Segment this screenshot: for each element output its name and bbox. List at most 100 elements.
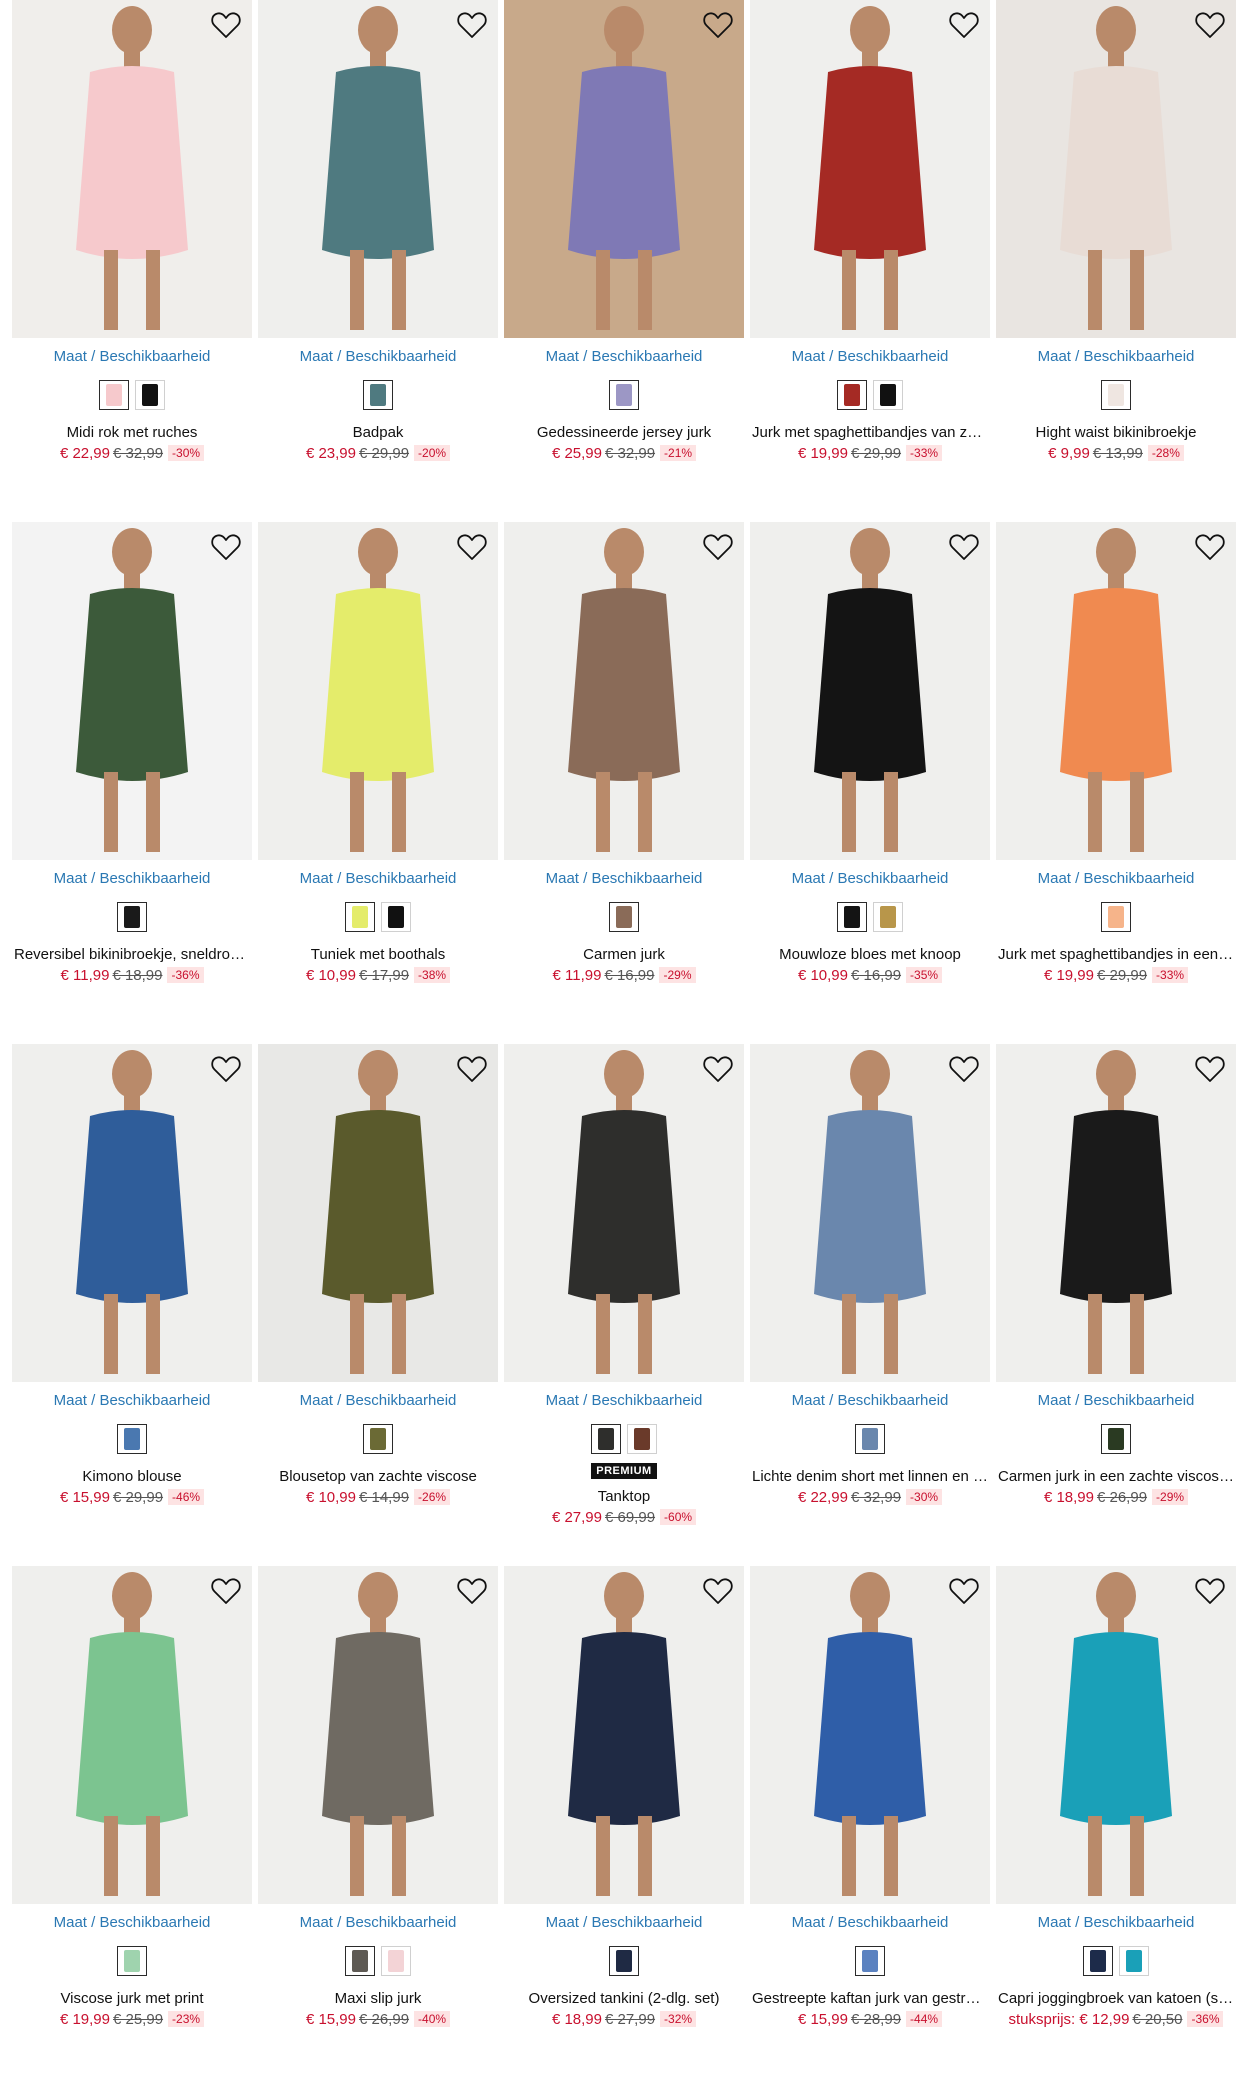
product-name[interactable]: Viscose jurk met print: [12, 1990, 252, 2007]
color-swatch[interactable]: [837, 380, 867, 410]
color-swatch[interactable]: [1083, 1946, 1113, 1976]
product-name[interactable]: Carmen jurk: [504, 946, 744, 963]
product-image[interactable]: [12, 0, 252, 338]
color-swatch[interactable]: [1101, 902, 1131, 932]
wishlist-heart-icon[interactable]: [210, 10, 242, 40]
color-swatch[interactable]: [837, 902, 867, 932]
wishlist-heart-icon[interactable]: [702, 1576, 734, 1606]
size-availability-link[interactable]: Maat / Beschikbaarheid: [750, 1914, 990, 1931]
product-image[interactable]: [258, 1044, 498, 1382]
wishlist-heart-icon[interactable]: [1194, 1054, 1226, 1084]
product-name[interactable]: Midi rok met ruches: [12, 424, 252, 441]
product-image[interactable]: [996, 1044, 1236, 1382]
product-image[interactable]: [996, 0, 1236, 338]
wishlist-heart-icon[interactable]: [948, 1576, 980, 1606]
size-availability-link[interactable]: Maat / Beschikbaarheid: [258, 1914, 498, 1931]
color-swatch[interactable]: [135, 380, 165, 410]
product-name[interactable]: Mouwloze bloes met knoop: [750, 946, 990, 963]
color-swatch[interactable]: [363, 1424, 393, 1454]
color-swatch[interactable]: [873, 380, 903, 410]
product-name[interactable]: Badpak: [258, 424, 498, 441]
color-swatch[interactable]: [99, 380, 129, 410]
product-image[interactable]: [504, 0, 744, 338]
wishlist-heart-icon[interactable]: [948, 10, 980, 40]
product-name[interactable]: Jurk met spaghettibandjes in een z…: [996, 946, 1236, 963]
product-image[interactable]: [750, 1566, 990, 1904]
product-name[interactable]: Gestreepte kaftan jurk van gestruc…: [750, 1990, 990, 2007]
wishlist-heart-icon[interactable]: [456, 532, 488, 562]
size-availability-link[interactable]: Maat / Beschikbaarheid: [12, 1392, 252, 1409]
color-swatch[interactable]: [117, 1946, 147, 1976]
color-swatch[interactable]: [855, 1946, 885, 1976]
wishlist-heart-icon[interactable]: [210, 1576, 242, 1606]
color-swatch[interactable]: [1119, 1946, 1149, 1976]
size-availability-link[interactable]: Maat / Beschikbaarheid: [996, 1914, 1236, 1931]
color-swatch[interactable]: [1101, 1424, 1131, 1454]
color-swatch[interactable]: [381, 1946, 411, 1976]
size-availability-link[interactable]: Maat / Beschikbaarheid: [12, 1914, 252, 1931]
size-availability-link[interactable]: Maat / Beschikbaarheid: [504, 1392, 744, 1409]
color-swatch[interactable]: [873, 902, 903, 932]
wishlist-heart-icon[interactable]: [948, 532, 980, 562]
color-swatch[interactable]: [345, 1946, 375, 1976]
color-swatch[interactable]: [855, 1424, 885, 1454]
wishlist-heart-icon[interactable]: [456, 10, 488, 40]
color-swatch[interactable]: [609, 1946, 639, 1976]
wishlist-heart-icon[interactable]: [702, 10, 734, 40]
product-image[interactable]: [504, 1566, 744, 1904]
wishlist-heart-icon[interactable]: [702, 532, 734, 562]
color-swatch[interactable]: [591, 1424, 621, 1454]
product-image[interactable]: [258, 1566, 498, 1904]
color-swatch[interactable]: [609, 902, 639, 932]
color-swatch[interactable]: [609, 380, 639, 410]
product-image[interactable]: [12, 1044, 252, 1382]
product-name[interactable]: Lichte denim short met linnen en c…: [750, 1468, 990, 1485]
color-swatch[interactable]: [117, 1424, 147, 1454]
product-image[interactable]: [258, 522, 498, 860]
wishlist-heart-icon[interactable]: [1194, 10, 1226, 40]
size-availability-link[interactable]: Maat / Beschikbaarheid: [12, 348, 252, 365]
product-image[interactable]: [750, 0, 990, 338]
product-name[interactable]: Blousetop van zachte viscose: [258, 1468, 498, 1485]
product-name[interactable]: Maxi slip jurk: [258, 1990, 498, 2007]
color-swatch[interactable]: [363, 380, 393, 410]
product-name[interactable]: Kimono blouse: [12, 1468, 252, 1485]
size-availability-link[interactable]: Maat / Beschikbaarheid: [996, 870, 1236, 887]
product-name[interactable]: Jurk met spaghettibandjes van zac…: [750, 424, 990, 441]
size-availability-link[interactable]: Maat / Beschikbaarheid: [12, 870, 252, 887]
color-swatch[interactable]: [381, 902, 411, 932]
product-image[interactable]: [258, 0, 498, 338]
product-name[interactable]: Tuniek met boothals: [258, 946, 498, 963]
size-availability-link[interactable]: Maat / Beschikbaarheid: [258, 1392, 498, 1409]
product-name[interactable]: Hight waist bikinibroekje: [996, 424, 1236, 441]
size-availability-link[interactable]: Maat / Beschikbaarheid: [258, 870, 498, 887]
wishlist-heart-icon[interactable]: [210, 1054, 242, 1084]
product-name[interactable]: Carmen jurk in een zachte viscosemix: [996, 1468, 1236, 1485]
wishlist-heart-icon[interactable]: [456, 1576, 488, 1606]
size-availability-link[interactable]: Maat / Beschikbaarheid: [504, 870, 744, 887]
size-availability-link[interactable]: Maat / Beschikbaarheid: [750, 1392, 990, 1409]
size-availability-link[interactable]: Maat / Beschikbaarheid: [996, 348, 1236, 365]
wishlist-heart-icon[interactable]: [1194, 1576, 1226, 1606]
product-name[interactable]: Gedessineerde jersey jurk: [504, 424, 744, 441]
product-image[interactable]: [12, 1566, 252, 1904]
product-image[interactable]: [996, 522, 1236, 860]
size-availability-link[interactable]: Maat / Beschikbaarheid: [996, 1392, 1236, 1409]
color-swatch[interactable]: [1101, 380, 1131, 410]
product-image[interactable]: [750, 1044, 990, 1382]
product-image[interactable]: [504, 1044, 744, 1382]
wishlist-heart-icon[interactable]: [210, 532, 242, 562]
size-availability-link[interactable]: Maat / Beschikbaarheid: [504, 348, 744, 365]
wishlist-heart-icon[interactable]: [702, 1054, 734, 1084]
wishlist-heart-icon[interactable]: [948, 1054, 980, 1084]
color-swatch[interactable]: [345, 902, 375, 932]
product-image[interactable]: [12, 522, 252, 860]
product-name[interactable]: Tanktop: [504, 1488, 744, 1505]
product-image[interactable]: [750, 522, 990, 860]
product-image[interactable]: [996, 1566, 1236, 1904]
product-image[interactable]: [504, 522, 744, 860]
wishlist-heart-icon[interactable]: [456, 1054, 488, 1084]
color-swatch[interactable]: [117, 902, 147, 932]
size-availability-link[interactable]: Maat / Beschikbaarheid: [504, 1914, 744, 1931]
product-name[interactable]: Reversibel bikinibroekje, sneldrog…: [12, 946, 252, 963]
